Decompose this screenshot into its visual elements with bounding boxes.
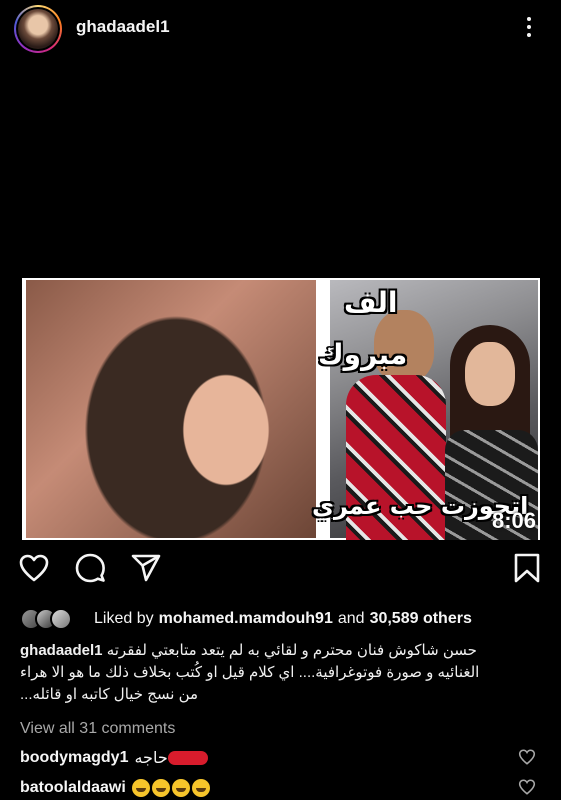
comment-like-icon[interactable] (518, 778, 536, 796)
caption-line2: الغنائيه و صورة فوتوغرافية.... اي كلام ق… (20, 664, 480, 681)
view-all-comments-link[interactable]: View all 31 comments (20, 720, 175, 738)
liked-by-avatars (20, 608, 88, 630)
laughing-emoji-icon (171, 779, 190, 797)
heart-icon[interactable] (18, 552, 50, 584)
laughing-emoji-icon (191, 779, 210, 797)
overlay-text-line1: الف (344, 286, 398, 319)
avatar-image (18, 9, 58, 49)
more-options-icon[interactable] (519, 12, 539, 42)
video-duration: 8:06 (492, 508, 537, 533)
comment-text: حاجه (134, 750, 168, 767)
liked-by-prefix: Liked by (94, 610, 154, 627)
comment-like-icon[interactable] (518, 748, 536, 766)
avatar[interactable] (14, 5, 62, 53)
bookmark-icon[interactable] (511, 552, 543, 584)
comment-icon[interactable] (74, 552, 106, 584)
comment-username[interactable]: batoolaldaawi (20, 779, 126, 797)
laughing-emoji-icon (151, 779, 170, 797)
caption-username[interactable]: ghadaadel1 (20, 642, 103, 659)
comment-username[interactable]: boodymagdy1 (20, 749, 128, 767)
caption-line3: من نسج خيال كاتبه او قائله... (20, 686, 199, 703)
post-media-area[interactable]: الف مبروك اتجوزت حب عمري 8:06 (0, 58, 561, 540)
post-username[interactable]: ghadaadel1 (76, 17, 170, 37)
overlay-text-line2: مبروك (318, 338, 408, 371)
liked-by-user[interactable]: mohamed.mamdouh91 (159, 610, 333, 628)
video-thumbnail[interactable]: الف مبروك اتجوزت حب عمري 8:06 (22, 278, 540, 540)
photo-left (26, 280, 316, 538)
comment-item: batoolaldaawi (20, 776, 540, 800)
comment-item: boodymagdy1 حاجه (20, 746, 540, 770)
liked-by-others[interactable]: 30,589 others (370, 610, 472, 628)
liked-by-middle: and (337, 610, 365, 627)
action-bar (0, 552, 561, 588)
post-header: ghadaadel1 (0, 0, 561, 58)
post-caption: ghadaadel1 حسن شاكوش فنان محترم و لقائي … (20, 640, 542, 706)
share-icon[interactable] (130, 552, 162, 584)
caption-line1: حسن شاكوش فنان محترم و لقائي به لم يتعد … (106, 642, 477, 659)
redacted-mark (167, 751, 208, 765)
laughing-emoji-icon (131, 779, 150, 797)
liked-by-row[interactable]: Liked by mohamed.mamdouh91 and 30,589 ot… (20, 606, 477, 632)
